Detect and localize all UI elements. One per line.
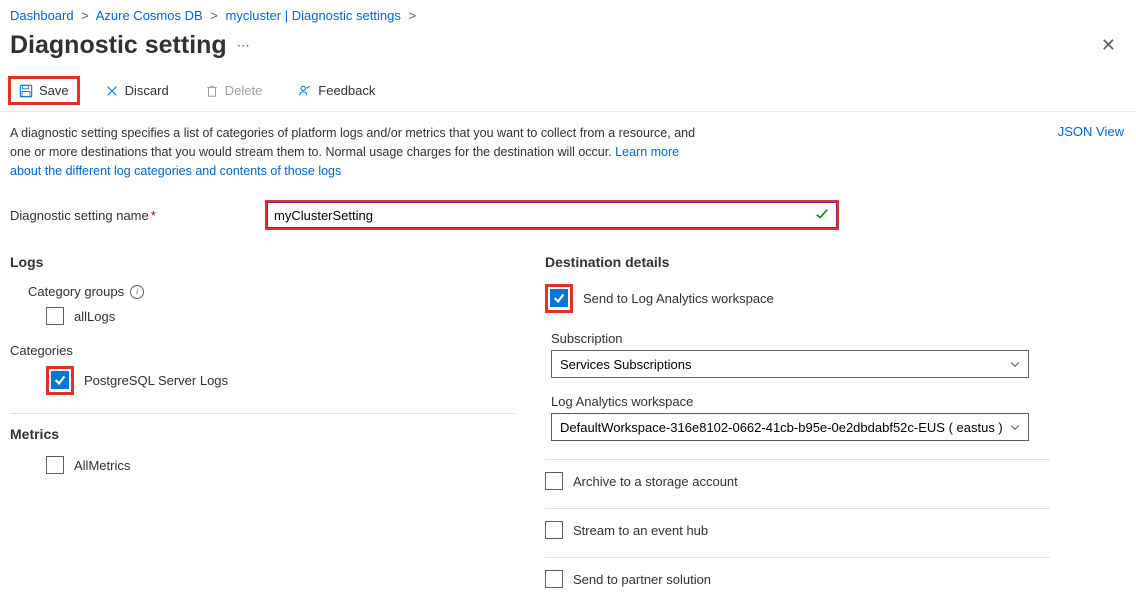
delete-button: Delete [194, 76, 274, 105]
postgres-checkbox[interactable] [51, 371, 69, 389]
save-button[interactable]: Save [8, 76, 80, 105]
delete-button-label: Delete [225, 83, 263, 98]
save-button-label: Save [39, 83, 69, 98]
page-title: Diagnostic setting [10, 31, 227, 60]
check-icon [815, 207, 829, 221]
toolbar: Save Discard Delete Feedback [0, 70, 1136, 112]
breadcrumb: Dashboard > Azure Cosmos DB > mycluster … [0, 0, 1136, 27]
info-icon[interactable]: i [130, 285, 144, 299]
chevron-right-icon: > [408, 8, 416, 23]
all-logs-row: allLogs [46, 307, 515, 325]
feedback-button[interactable]: Feedback [287, 76, 386, 105]
all-metrics-checkbox[interactable] [46, 456, 64, 474]
archive-checkbox[interactable] [545, 472, 563, 490]
chevron-right-icon: > [81, 8, 89, 23]
send-la-checkbox[interactable] [550, 289, 568, 307]
name-row: Diagnostic setting name* [10, 200, 1126, 230]
breadcrumb-item[interactable]: mycluster | Diagnostic settings [226, 8, 401, 23]
destination-heading: Destination details [545, 254, 1050, 270]
workspace-select[interactable]: DefaultWorkspace-316e8102-0662-41cb-b95e… [551, 413, 1029, 441]
destination-column: Destination details Send to Log Analytic… [545, 254, 1050, 592]
categories-label: Categories [10, 343, 515, 358]
partner-checkbox[interactable] [545, 570, 563, 588]
subscription-label: Subscription [551, 331, 1050, 346]
name-label: Diagnostic setting name* [10, 208, 265, 223]
description-text: A diagnostic setting specifies a list of… [10, 126, 695, 159]
divider [545, 557, 1050, 558]
feedback-button-label: Feedback [318, 83, 375, 98]
diagnostic-name-input[interactable] [267, 202, 837, 228]
close-icon[interactable]: ✕ [1101, 35, 1116, 56]
logs-column: Logs Category groups i allLogs Categorie… [10, 254, 515, 592]
delete-icon [205, 84, 219, 98]
logs-heading: Logs [10, 254, 515, 270]
partner-row: Send to partner solution [545, 570, 1050, 588]
send-la-label: Send to Log Analytics workspace [583, 291, 774, 306]
eventhub-label: Stream to an event hub [573, 523, 708, 538]
eventhub-checkbox[interactable] [545, 521, 563, 539]
postgres-label: PostgreSQL Server Logs [84, 373, 228, 388]
all-metrics-label: AllMetrics [74, 458, 130, 473]
metrics-heading: Metrics [10, 426, 515, 442]
divider [545, 508, 1050, 509]
chevron-right-icon: > [210, 8, 218, 23]
breadcrumb-item[interactable]: Dashboard [10, 8, 74, 23]
discard-button[interactable]: Discard [94, 76, 180, 105]
body: JSON View A diagnostic setting specifies… [0, 112, 1136, 602]
feedback-icon [298, 84, 312, 98]
discard-icon [105, 84, 119, 98]
send-la-row: Send to Log Analytics workspace [545, 284, 1050, 313]
description: A diagnostic setting specifies a list of… [10, 124, 710, 180]
all-metrics-row: AllMetrics [46, 456, 515, 474]
discard-button-label: Discard [125, 83, 169, 98]
breadcrumb-item[interactable]: Azure Cosmos DB [96, 8, 203, 23]
divider [10, 413, 515, 414]
save-icon [19, 84, 33, 98]
partner-label: Send to partner solution [573, 572, 711, 587]
postgres-row: PostgreSQL Server Logs [46, 366, 515, 395]
more-menu-icon[interactable]: ⋯ [237, 38, 250, 54]
all-logs-checkbox[interactable] [46, 307, 64, 325]
page-header: Diagnostic setting ⋯ ✕ [0, 27, 1136, 70]
json-view-link[interactable]: JSON View [1058, 124, 1124, 139]
category-groups-label: Category groups i [28, 284, 515, 299]
archive-row: Archive to a storage account [545, 472, 1050, 490]
workspace-label: Log Analytics workspace [551, 394, 1050, 409]
subscription-select[interactable]: Services Subscriptions [551, 350, 1029, 378]
divider [545, 459, 1050, 460]
all-logs-label: allLogs [74, 309, 115, 324]
archive-label: Archive to a storage account [573, 474, 738, 489]
eventhub-row: Stream to an event hub [545, 521, 1050, 539]
